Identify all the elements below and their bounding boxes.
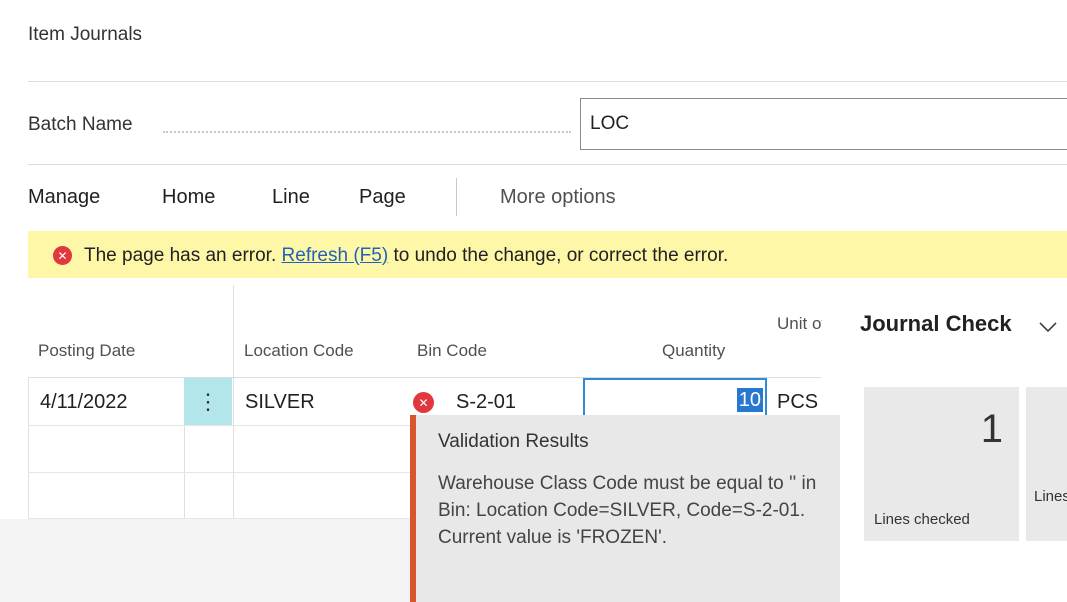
batch-divider xyxy=(28,164,1067,165)
location-code-cell[interactable]: SILVER xyxy=(245,391,315,414)
menu-separator xyxy=(456,178,457,216)
menu-page[interactable]: Page xyxy=(359,186,406,209)
batch-name-leader xyxy=(163,131,571,133)
grid-left-border xyxy=(28,378,29,519)
menu-line[interactable]: Line xyxy=(272,186,310,209)
bin-code-cell[interactable]: S-2-01 xyxy=(456,391,516,414)
column-header-quantity[interactable]: Quantity xyxy=(662,341,725,361)
validation-message: Warehouse Class Code must be equal to ''… xyxy=(438,473,817,548)
batch-name-label: Batch Name xyxy=(28,114,133,135)
lines-with-issues-label: Lines with issues xyxy=(1034,488,1067,505)
row-actions-button[interactable]: ⋮ xyxy=(184,378,232,425)
error-suffix: to undo the change, or correct the error… xyxy=(393,245,729,266)
menu-manage[interactable]: Manage xyxy=(28,186,100,209)
error-prefix: The page has an error. xyxy=(84,245,277,266)
refresh-link[interactable]: Refresh (F5) xyxy=(282,245,389,266)
batch-name-field[interactable] xyxy=(580,98,1067,150)
posting-date-cell[interactable]: 4/11/2022 xyxy=(40,391,128,414)
menu-home[interactable]: Home xyxy=(162,186,215,209)
lines-checked-value: 1 xyxy=(980,407,1003,451)
column-header-bin-code[interactable]: Bin Code xyxy=(417,341,487,361)
lines-checked-label: Lines checked xyxy=(874,511,970,528)
column-header-posting-date[interactable]: Posting Date xyxy=(38,341,135,361)
page-title: Item Journals xyxy=(28,24,143,45)
journal-check-title[interactable]: Journal Check xyxy=(860,311,1012,337)
column-header-unit-of-measure[interactable]: Unit of Measure xyxy=(777,313,822,335)
more-options-button[interactable]: More options xyxy=(500,186,616,209)
quantity-value: 10 xyxy=(736,388,763,412)
lines-with-issues-tile[interactable]: Lines with issues xyxy=(1026,387,1067,541)
grid-column-divider xyxy=(233,285,234,519)
column-header-unit-of-measure-text: Unit of Measure xyxy=(777,314,822,333)
unit-of-measure-cell[interactable]: PCS xyxy=(777,391,818,414)
lines-checked-tile[interactable]: 1 Lines checked xyxy=(864,387,1019,541)
header-divider xyxy=(28,81,1067,82)
error-icon: ✕ xyxy=(53,246,72,265)
column-header-location-code[interactable]: Location Code xyxy=(244,341,354,361)
validation-title: Validation Results xyxy=(438,431,589,452)
validation-accent-bar xyxy=(410,415,416,602)
bin-error-icon[interactable]: ✕ xyxy=(413,392,434,413)
error-message: The page has an error. Refresh (F5) to u… xyxy=(84,245,728,267)
chevron-down-icon[interactable] xyxy=(1038,320,1058,334)
